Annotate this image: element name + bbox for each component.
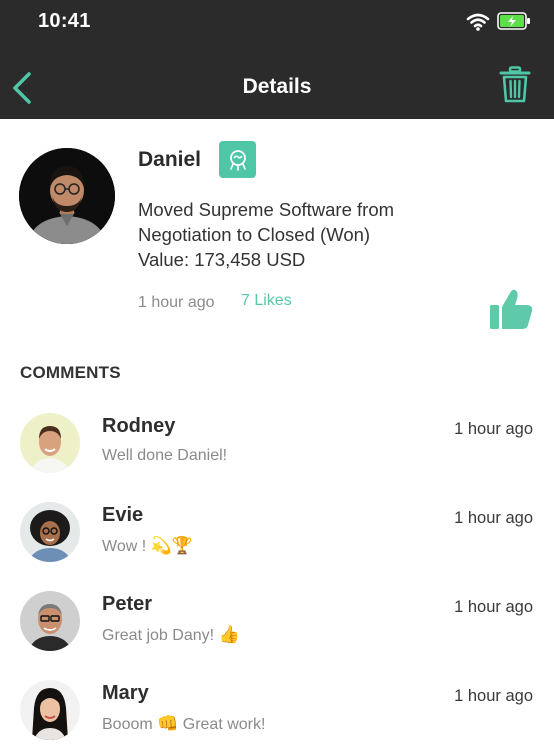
comment-emoji: 💫🏆 <box>150 536 193 556</box>
comments-heading: COMMENTS <box>20 363 121 382</box>
comment-body: Booom <box>102 716 158 733</box>
likes-count-link[interactable]: 7 Likes <box>241 292 292 310</box>
post-author-name[interactable]: Daniel <box>138 148 201 172</box>
post-message: Moved Supreme Software from Negotiation … <box>138 197 518 272</box>
post-line: Negotiation to Closed (Won) <box>138 224 371 245</box>
page-title: Details <box>242 75 312 98</box>
avatar[interactable] <box>20 680 80 740</box>
comment-emoji: 👍 <box>218 625 240 645</box>
comment-item[interactable]: Evie 1 hour ago Wow ! 💫🏆 <box>0 502 554 572</box>
wifi-icon <box>466 13 490 31</box>
comment-text: Wow ! 💫🏆 <box>102 536 193 556</box>
comment-text: Well done Daniel! <box>102 447 227 465</box>
comment-text: Booom 👊 Great work! <box>102 714 265 734</box>
comment-author[interactable]: Peter <box>102 593 152 616</box>
comment-item[interactable]: Rodney 1 hour ago Well done Daniel! <box>0 413 554 483</box>
comment-timestamp: 1 hour ago <box>454 687 533 705</box>
comment-author[interactable]: Evie <box>102 504 143 527</box>
comment-author[interactable]: Rodney <box>102 415 175 438</box>
thumbs-up-icon[interactable] <box>488 287 534 331</box>
comment-timestamp: 1 hour ago <box>454 509 533 527</box>
post-line: Value: 173,458 USD <box>138 249 306 270</box>
battery-icon <box>497 12 530 30</box>
comment-body: Great job Dany! <box>102 627 219 644</box>
comment-body: Wow ! <box>102 538 151 555</box>
comment-emoji: 👊 <box>157 714 179 734</box>
author-avatar[interactable] <box>19 148 115 244</box>
avatar[interactable] <box>20 413 80 473</box>
nav-header: 10:41 Details <box>0 0 554 119</box>
post-timestamp: 1 hour ago <box>138 294 215 311</box>
comment-timestamp: 1 hour ago <box>454 598 533 616</box>
post-line: Moved Supreme Software from <box>138 199 395 220</box>
comment-timestamp: 1 hour ago <box>454 420 533 438</box>
comment-text: Great job Dany! 👍 <box>102 625 240 645</box>
avatar[interactable] <box>20 502 80 562</box>
comment-body: Well done Daniel! <box>102 447 228 464</box>
comment-item[interactable]: Mary 1 hour ago Booom 👊 Great work! <box>0 680 554 750</box>
deal-icon <box>219 141 256 178</box>
comment-item[interactable]: Peter 1 hour ago Great job Dany! 👍 <box>0 591 554 661</box>
status-time: 10:41 <box>38 10 91 32</box>
comment-author[interactable]: Mary <box>102 682 149 705</box>
comment-body-tail: Great work! <box>178 716 266 733</box>
avatar[interactable] <box>20 591 80 651</box>
trash-icon[interactable] <box>499 66 531 104</box>
